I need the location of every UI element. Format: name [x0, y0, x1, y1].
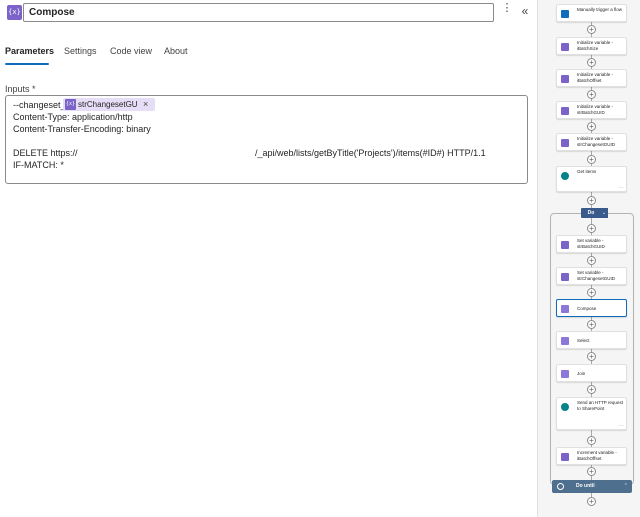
- variable-icon: [561, 107, 569, 115]
- action-name-field[interactable]: Compose: [23, 3, 494, 22]
- loop-icon: [557, 483, 564, 490]
- inputs-label: Inputs *: [5, 84, 36, 94]
- add-step-button[interactable]: +: [587, 352, 596, 361]
- add-step-button[interactable]: +: [587, 25, 596, 34]
- step-label: Compose: [577, 306, 597, 311]
- compose-icon: [561, 305, 569, 313]
- flow-step-send-http-request[interactable]: Send an HTTP request to SharePoint ⋯: [556, 397, 627, 430]
- flow-step-increment-ibatchoffset[interactable]: Increment variable - iBatchOffset: [556, 447, 627, 465]
- add-step-button[interactable]: +: [587, 90, 596, 99]
- variable-icon: [561, 273, 569, 281]
- variable-icon: [561, 139, 569, 147]
- collapse-panel-icon[interactable]: «: [518, 4, 532, 20]
- variable-icon: [561, 43, 569, 51]
- add-step-button[interactable]: +: [587, 256, 596, 265]
- chevron-down-icon[interactable]: ⌄: [600, 208, 608, 218]
- remove-token-icon[interactable]: ×: [143, 98, 148, 111]
- flow-step-set-strchangesetguid[interactable]: Set variable - strChangesetGUID: [556, 267, 627, 285]
- add-step-button[interactable]: +: [587, 385, 596, 394]
- loop-label[interactable]: Do: [581, 208, 601, 218]
- more-options-icon[interactable]: ⋯: [619, 185, 623, 190]
- step-label: Join: [577, 371, 586, 376]
- flow-step-init-strbatchguid[interactable]: Initialize variable - strBatchGUID: [556, 101, 627, 119]
- step-label: Get items: [577, 169, 597, 174]
- variable-icon: [561, 453, 569, 461]
- sharepoint-icon: [561, 403, 569, 411]
- sharepoint-icon: [561, 172, 569, 180]
- more-options-icon[interactable]: ⋮: [501, 3, 513, 20]
- add-step-button[interactable]: +: [587, 288, 596, 297]
- select-icon: [561, 337, 569, 345]
- more-options-icon[interactable]: ⋯: [619, 423, 623, 428]
- dynamic-content-token[interactable]: {x} strChangesetGU... ×: [63, 98, 155, 111]
- flow-step-set-strbatchguid[interactable]: Set variable - strBatchGUID: [556, 235, 627, 253]
- chevron-up-icon[interactable]: ⌃: [624, 480, 628, 493]
- input-line-content-type: Content-Type: application/http: [13, 112, 133, 122]
- inputs-editor[interactable]: --changeset_ {x} strChangesetGU... × Con…: [5, 95, 528, 184]
- flow-designer-canvas[interactable]: Do ⌄ Manually trigger a flow + Initializ…: [537, 0, 640, 517]
- flow-step-init-ibatchoffset[interactable]: Initialize variable - iBatchOffset: [556, 69, 627, 87]
- variable-braces-icon: {x}: [7, 5, 22, 20]
- step-label: Set variable - strBatchGUID: [577, 238, 605, 249]
- step-label: Select: [577, 338, 590, 343]
- action-details-panel: {x} Compose ⋮ « Parameters Settings Code…: [0, 0, 536, 517]
- step-label: Initialize variable - iBatchOffset: [577, 72, 614, 83]
- do-until-label: Do until: [576, 483, 595, 489]
- add-step-button[interactable]: +: [587, 436, 596, 445]
- panel-header: {x} Compose ⋮ «: [4, 3, 534, 23]
- add-step-button[interactable]: +: [587, 224, 596, 233]
- input-line-changeset: --changeset_: [13, 100, 66, 110]
- tab-about[interactable]: About: [164, 46, 188, 56]
- flow-step-join[interactable]: Join: [556, 364, 627, 382]
- add-step-button[interactable]: +: [587, 497, 596, 506]
- flow-step-manual-trigger[interactable]: Manually trigger a flow: [556, 4, 627, 22]
- add-step-button[interactable]: +: [587, 58, 596, 67]
- flow-step-init-strchangesetguid[interactable]: Initialize variable - strChangesetGUID: [556, 133, 627, 151]
- step-label: Manually trigger a flow: [577, 7, 623, 12]
- join-icon: [561, 370, 569, 378]
- step-label: Initialize variable - strBatchGUID: [577, 104, 614, 115]
- input-line-transfer-encoding: Content-Transfer-Encoding: binary: [13, 124, 151, 134]
- flow-step-compose[interactable]: Compose: [556, 299, 627, 317]
- input-line-delete-end: /_api/web/lists/getByTitle('Projects')/i…: [255, 148, 486, 158]
- active-tab-indicator: [5, 63, 49, 65]
- step-label: Initialize variable - strChangesetGUID: [577, 136, 616, 147]
- flow-step-get-items[interactable]: Get items ⋯: [556, 166, 627, 192]
- do-until-container[interactable]: Do until ⌃: [552, 480, 632, 493]
- add-step-button[interactable]: +: [587, 155, 596, 164]
- add-step-button[interactable]: +: [587, 122, 596, 131]
- input-line-delete-start: DELETE https://: [13, 148, 78, 158]
- add-step-button[interactable]: +: [587, 467, 596, 476]
- tab-parameters[interactable]: Parameters: [5, 46, 54, 56]
- token-label: strChangesetGU...: [78, 100, 138, 109]
- trigger-icon: [561, 10, 569, 18]
- flow-step-select[interactable]: Select: [556, 331, 627, 349]
- add-step-button[interactable]: +: [587, 196, 596, 205]
- step-label: Set variable - strChangesetGUID: [577, 270, 616, 281]
- step-label: Initialize variable - iBatchSize: [577, 40, 614, 51]
- add-step-button[interactable]: +: [587, 320, 596, 329]
- step-label: Increment variable - iBatchOffset: [577, 450, 617, 461]
- variable-icon: [561, 241, 569, 249]
- tab-settings[interactable]: Settings: [64, 46, 97, 56]
- variable-icon: [561, 75, 569, 83]
- input-line-if-match: IF-MATCH: *: [13, 160, 64, 170]
- step-label: Send an HTTP request to SharePoint: [577, 400, 623, 411]
- flow-step-init-ibatchsize[interactable]: Initialize variable - iBatchSize: [556, 37, 627, 55]
- variable-braces-icon: {x}: [65, 99, 76, 110]
- tab-code-view[interactable]: Code view: [110, 46, 152, 56]
